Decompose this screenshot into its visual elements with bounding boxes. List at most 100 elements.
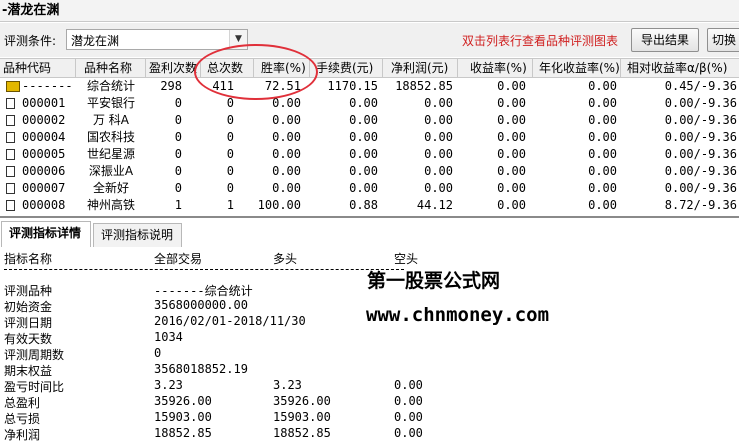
cell-ret: 0.00	[497, 79, 526, 93]
cell-code: 000006	[22, 164, 66, 178]
document-icon	[6, 183, 15, 194]
cell-rate: 0.00	[272, 147, 301, 161]
grid-header: 品种代码 品种名称 盈利次数 总次数 胜率(%) 手续费(元) 净利润(元) 收…	[0, 58, 739, 78]
cell-rel: 0.00/-9.36	[664, 164, 737, 178]
detail-label: 总亏损	[4, 412, 41, 426]
tab-indicator-details[interactable]: 评测指标详情	[1, 221, 91, 247]
detail-value-all: 0	[154, 346, 162, 360]
detail-header-name: 指标名称	[4, 252, 53, 266]
col-header-relative[interactable]: 相对收益率α/β(%)	[621, 59, 739, 77]
detail-value-long: 3.23	[273, 378, 302, 392]
detail-value-short: 0.00	[394, 410, 423, 424]
table-row[interactable]: 000005 世纪星源 0 0 0.00 0.00 0.00 0.00 0.00 0.00/-9.…	[0, 146, 739, 163]
detail-value-all: 2016/02/01-2018/11/30	[154, 314, 306, 328]
cell-profit: 0.00	[424, 181, 453, 195]
cell-rel: 0.00/-9.36	[664, 113, 737, 127]
document-icon	[6, 149, 15, 160]
detail-label: 评测品种	[4, 284, 53, 298]
cell-total: 1	[226, 198, 234, 212]
watermark-url: www.chnmoney.com	[366, 304, 550, 326]
table-row[interactable]: ------- 综合统计 298 411 72.51 1170.15 18852.85 0.0…	[0, 78, 739, 95]
document-icon	[6, 200, 15, 211]
cell-annual: 0.00	[588, 79, 617, 93]
cell-total: 0	[226, 96, 234, 110]
summary-icon	[6, 81, 20, 92]
tab-indicator-description[interactable]: 评测指标说明	[93, 223, 182, 247]
cell-rel: 8.72/-9.36	[664, 198, 737, 212]
cell-code: 000004	[22, 130, 66, 144]
cell-rate: 0.00	[272, 181, 301, 195]
detail-value-short: 0.00	[394, 394, 423, 408]
cell-rel: 0.00/-9.36	[664, 181, 737, 195]
detail-value-long: 35926.00	[273, 394, 331, 408]
col-header-annual[interactable]: 年化收益率(%)	[533, 59, 621, 77]
detail-value-all: 1034	[154, 330, 183, 344]
detail-tabs: 评测指标说明 评测指标详情	[0, 221, 739, 247]
cell-code: 000007	[22, 181, 66, 195]
cell-ret: 0.00	[497, 164, 526, 178]
table-row[interactable]: 000004 国农科技 0 0 0.00 0.00 0.00 0.00 0.00 0.00/-9.…	[0, 129, 739, 146]
col-header-fee[interactable]: 手续费(元)	[310, 59, 383, 77]
col-header-name[interactable]: 品种名称	[76, 59, 146, 77]
cell-ret: 0.00	[497, 113, 526, 127]
cell-annual: 0.00	[588, 113, 617, 127]
cell-ret: 0.00	[497, 130, 526, 144]
cell-name: 平安银行	[86, 96, 135, 110]
table-row[interactable]: 000008 神州高铁 1 1 100.00 0.88 44.12 0.00 0.00 8.72/…	[0, 197, 739, 214]
cell-total: 0	[226, 147, 234, 161]
document-icon	[6, 115, 15, 126]
panel-divider[interactable]	[0, 216, 739, 218]
cell-total: 0	[226, 113, 234, 127]
window-title: -潜龙在渊	[0, 0, 739, 22]
condition-select[interactable]: 潜龙在渊 ▼	[66, 29, 248, 50]
col-header-return[interactable]: 收益率(%)	[458, 59, 533, 77]
cell-fee: 0.00	[349, 113, 378, 127]
col-header-profit[interactable]: 净利润(元)	[383, 59, 458, 77]
detail-header-short: 空头	[394, 252, 419, 266]
cell-rate: 0.00	[272, 113, 301, 127]
cell-fee: 1170.15	[327, 79, 378, 93]
detail-header-long: 多头	[273, 252, 298, 266]
detail-label: 有效天数	[4, 332, 53, 346]
detail-value-all: 3568000000.00	[154, 298, 248, 312]
cell-rel: 0.00/-9.36	[664, 147, 737, 161]
detail-value-all: 35926.00	[154, 394, 212, 408]
cell-profit: 0.00	[424, 96, 453, 110]
detail-label: 初始资金	[4, 300, 53, 314]
detail-value-long: 15903.00	[273, 410, 331, 424]
cell-ret: 0.00	[497, 181, 526, 195]
export-button[interactable]: 导出结果	[631, 28, 699, 52]
cell-wins: 0	[174, 181, 182, 195]
cell-name: 万 科A	[92, 113, 130, 127]
cell-code: 000005	[22, 147, 66, 161]
cell-profit: 44.12	[416, 198, 453, 212]
cell-fee: 0.88	[349, 198, 378, 212]
cell-annual: 0.00	[588, 164, 617, 178]
cell-rate: 0.00	[272, 130, 301, 144]
table-row[interactable]: 000007 全新好 0 0 0.00 0.00 0.00 0.00 0.00 0.00/-9.3…	[0, 180, 739, 197]
cell-fee: 0.00	[349, 130, 378, 144]
highlight-circle	[194, 44, 318, 100]
cell-fee: 0.00	[349, 181, 378, 195]
document-icon	[6, 98, 15, 109]
table-row[interactable]: 000001 平安银行 0 0 0.00 0.00 0.00 0.00 0.00 0.00/-9.…	[0, 95, 739, 112]
table-row[interactable]: 000006 深振业A 0 0 0.00 0.00 0.00 0.00 0.00 0.00/-9.…	[0, 163, 739, 180]
col-header-wins[interactable]: 盈利次数	[146, 59, 201, 77]
cell-rate: 0.00	[272, 164, 301, 178]
cell-annual: 0.00	[588, 198, 617, 212]
detail-value-all: 15903.00	[154, 410, 212, 424]
cell-annual: 0.00	[588, 130, 617, 144]
cell-rel: 0.00/-9.36	[664, 130, 737, 144]
condition-label: 评测条件:	[4, 34, 57, 48]
cell-fee: 0.00	[349, 147, 378, 161]
col-header-code[interactable]: 品种代码	[0, 59, 76, 77]
detail-label: 盈亏时间比	[4, 380, 65, 394]
cell-wins: 298	[160, 79, 182, 93]
cell-name: 深振业A	[88, 164, 134, 178]
cell-total: 0	[226, 164, 234, 178]
detail-value-all: 3.23	[154, 378, 183, 392]
table-row[interactable]: 000002 万 科A 0 0 0.00 0.00 0.00 0.00 0.00 0.00/-9.…	[0, 112, 739, 129]
switch-button[interactable]: 切换	[707, 28, 739, 52]
detail-value-all: -------综合统计	[154, 284, 253, 298]
cell-code: 000008	[22, 198, 66, 212]
